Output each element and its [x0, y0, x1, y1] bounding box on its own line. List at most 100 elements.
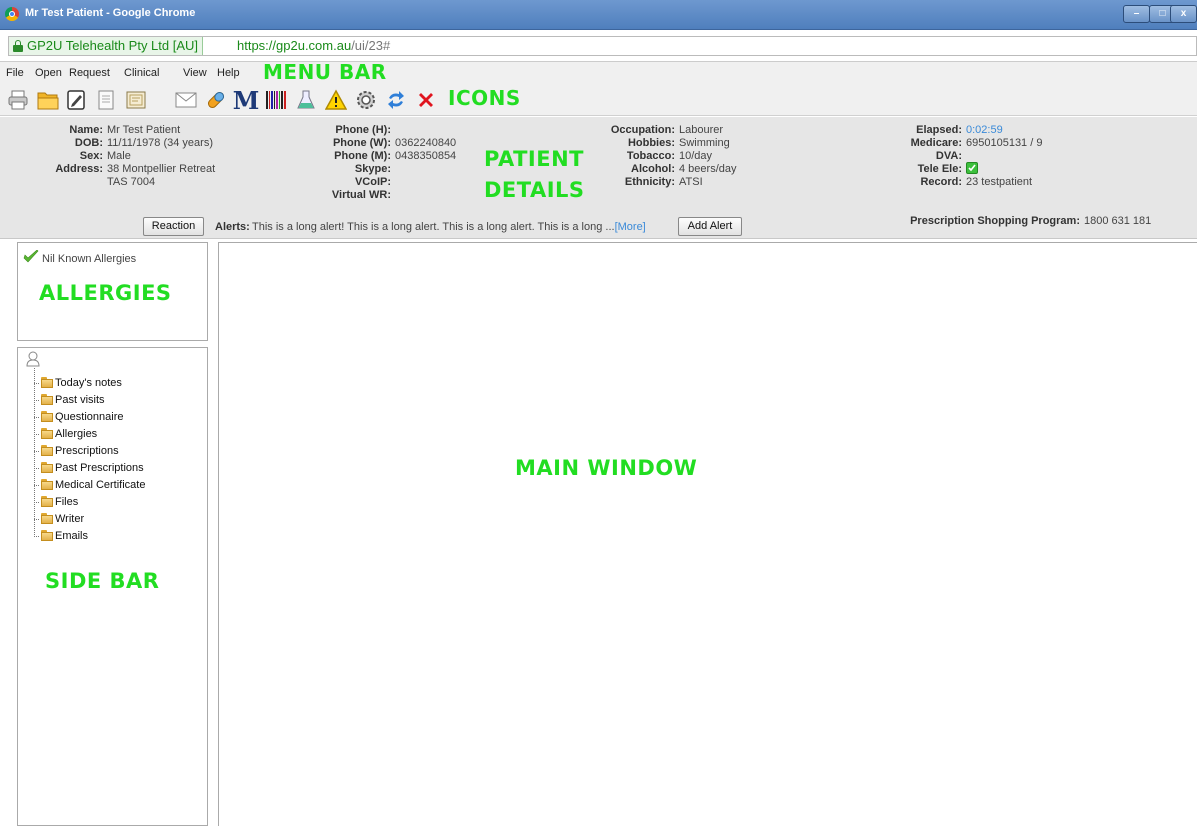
- record-label: Record:: [920, 176, 962, 188]
- document-icon[interactable]: [94, 88, 118, 112]
- main-window-annotation: MAIN WINDOW: [515, 456, 698, 480]
- lock-icon: [13, 40, 23, 52]
- psp-label: Prescription Shopping Program:: [910, 215, 1080, 227]
- folder-icon: [41, 393, 53, 405]
- medicare-number: 6950105131 / 9: [966, 137, 1043, 149]
- phone-home-label: Phone (H):: [335, 124, 391, 136]
- allergies-panel: Nil Known Allergies ALLERGIES: [17, 242, 208, 341]
- name-label: Name:: [69, 124, 103, 136]
- sidebar-item-past-prescriptions[interactable]: Past Prescriptions: [41, 461, 144, 475]
- allergies-annotation: ALLERGIES: [39, 281, 172, 305]
- pill-icon[interactable]: [204, 88, 228, 112]
- dva-label: DVA:: [935, 150, 962, 162]
- alert-text-content: This is a long alert! This is a long ale…: [252, 221, 615, 233]
- patient-avatar-icon: [26, 351, 40, 367]
- refresh-icon[interactable]: [384, 88, 408, 112]
- sidebar-panel: Today's notes Past visits Questionnaire …: [17, 347, 208, 826]
- site-identity-label: GP2U Telehealth Pty Ltd [AU]: [27, 38, 199, 53]
- lab-flask-icon[interactable]: [294, 88, 318, 112]
- psp-number: 1800 631 181: [1084, 215, 1152, 227]
- close-x-icon[interactable]: [414, 88, 438, 112]
- phone-work-label: Phone (W):: [332, 137, 391, 149]
- url-host: https://gp2u.com.au: [237, 38, 352, 53]
- allergy-status: Nil Known Allergies: [42, 253, 137, 265]
- sidebar-item-label: Questionnaire: [55, 411, 124, 423]
- sidebar-item-medical-certificate[interactable]: Medical Certificate: [41, 478, 145, 492]
- voip-label: VCoIP:: [354, 176, 391, 188]
- sidebar-item-label: Emails: [55, 530, 89, 542]
- folder-icon: [41, 529, 53, 541]
- tobacco-label: Tobacco:: [626, 150, 675, 162]
- alert-more-link[interactable]: [More]: [615, 221, 646, 233]
- sidebar-item-prescriptions[interactable]: Prescriptions: [41, 444, 119, 458]
- toolbar: M ICONS: [0, 84, 1197, 116]
- menu-view[interactable]: View: [183, 67, 207, 79]
- dob-label: DOB:: [74, 137, 103, 149]
- menu-request[interactable]: Request: [69, 67, 110, 79]
- sidebar-item-past-visits[interactable]: Past visits: [41, 393, 105, 407]
- email-icon[interactable]: [174, 88, 198, 112]
- add-alert-button[interactable]: Add Alert: [678, 217, 742, 236]
- settings-gear-icon[interactable]: [354, 88, 378, 112]
- ethnicity: ATSI: [679, 176, 703, 188]
- hobbies: Swimming: [679, 137, 730, 149]
- tobacco: 10/day: [679, 150, 713, 162]
- phone-mobile: 0438350854: [395, 150, 457, 162]
- address-bar: GP2U Telehealth Pty Ltd [AU] https://gp2…: [0, 30, 1197, 62]
- folder-icon: [41, 478, 53, 490]
- occupation: Labourer: [679, 124, 724, 136]
- phone-work: 0362240840: [395, 137, 457, 149]
- patient-dob: 11/11/1978 (34 years): [107, 137, 213, 149]
- patient-name: Mr Test Patient: [107, 124, 181, 136]
- phone-mobile-label: Phone (M):: [334, 150, 391, 162]
- menu-clinical[interactable]: Clinical: [124, 67, 159, 79]
- printer-icon[interactable]: [6, 88, 30, 112]
- menu-bar-annotation: MENU BAR: [263, 60, 387, 84]
- tele-ele-checkbox[interactable]: [966, 162, 978, 174]
- sidebar-item-label: Past Prescriptions: [55, 462, 144, 474]
- alcohol: 4 beers/day: [679, 163, 737, 175]
- folder-icon: [41, 427, 53, 439]
- menu-file[interactable]: File: [6, 67, 24, 79]
- edit-note-icon[interactable]: [64, 88, 88, 112]
- folder-icon: [41, 376, 53, 388]
- alert-text: This is a long alert! This is a long ale…: [252, 221, 646, 233]
- window-title-bar: Mr Test Patient - Google Chrome – □ x: [0, 0, 1197, 30]
- folder-icon: [41, 495, 53, 507]
- occupation-label: Occupation:: [610, 124, 675, 136]
- checkmark-icon: [23, 250, 39, 263]
- close-window-button[interactable]: x: [1170, 5, 1197, 23]
- minimize-button[interactable]: –: [1123, 5, 1150, 23]
- hobbies-label: Hobbies:: [627, 137, 675, 149]
- site-identity-chip[interactable]: GP2U Telehealth Pty Ltd [AU]: [9, 37, 204, 55]
- patient-sex: Male: [107, 150, 131, 162]
- virtual-wr-label: Virtual WR:: [331, 189, 391, 201]
- window-title: Mr Test Patient - Google Chrome: [25, 7, 196, 19]
- sidebar-item-writer[interactable]: Writer: [41, 512, 84, 526]
- patient-details-panel: Name: Mr Test Patient DOB: 11/11/1978 (3…: [0, 117, 1197, 239]
- sidebar-item-label: Files: [55, 496, 79, 508]
- skype-label: Skype:: [354, 163, 391, 175]
- sidebar-item-files[interactable]: Files: [41, 495, 78, 509]
- url-field[interactable]: GP2U Telehealth Pty Ltd [AU] https://gp2…: [8, 36, 1197, 56]
- reaction-button[interactable]: Reaction: [143, 217, 204, 236]
- certificate-icon[interactable]: [124, 88, 148, 112]
- sidebar-item-emails[interactable]: Emails: [41, 529, 88, 543]
- patient-address-line2: TAS 7004: [107, 176, 156, 188]
- sidebar-item-allergies[interactable]: Allergies: [41, 427, 97, 441]
- elapsed-timer: 0:02:59: [966, 124, 1003, 136]
- warning-icon[interactable]: [324, 88, 348, 112]
- tree-guide-line: [34, 368, 35, 537]
- menu-open[interactable]: Open: [35, 67, 62, 79]
- folder-open-icon[interactable]: [36, 88, 60, 112]
- address-label: Address:: [55, 163, 103, 175]
- menu-bar: File Open Request Clinical View Help MEN…: [0, 60, 1197, 84]
- barcode-icon[interactable]: [264, 88, 288, 112]
- sidebar-item-questionnaire[interactable]: Questionnaire: [41, 410, 124, 424]
- url-text[interactable]: https://gp2u.com.au/ui/23#: [237, 37, 390, 55]
- menu-help[interactable]: Help: [217, 67, 240, 79]
- medicare-m-icon[interactable]: M: [233, 86, 260, 115]
- sidebar-item-todays-notes[interactable]: Today's notes: [41, 376, 122, 390]
- main-window[interactable]: MAIN WINDOW: [218, 242, 1197, 826]
- ethnicity-label: Ethnicity:: [624, 176, 675, 188]
